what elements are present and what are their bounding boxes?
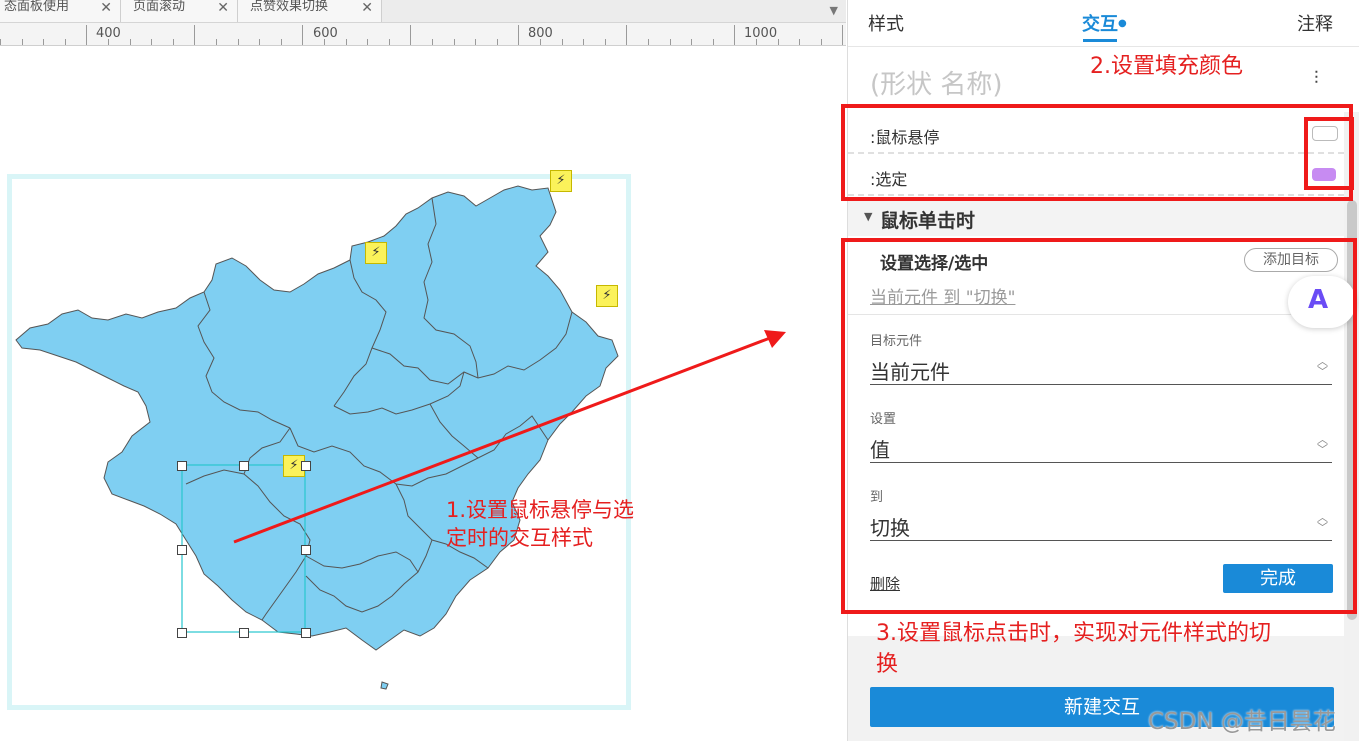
tab-divider [848, 46, 1359, 47]
resize-handle[interactable] [301, 628, 311, 638]
annotation-step-2: 2.设置填充颜色 [1090, 54, 1243, 79]
interaction-marker-icon[interactable]: ⚡ [365, 242, 387, 264]
resize-handle[interactable] [301, 545, 311, 555]
interaction-marker-icon[interactable]: ⚡ [550, 170, 572, 192]
settings-sliders-icon[interactable]: ⫶ [1314, 68, 1319, 89]
watermark: CSDN @昔日昙花 [1148, 709, 1336, 735]
event-title: 鼠标单击时 [880, 210, 976, 232]
tab-label: 交互 [1082, 14, 1118, 35]
map-region-outline [15, 185, 619, 651]
resize-handle[interactable] [177, 545, 187, 555]
island-shape [380, 681, 389, 690]
resize-handle[interactable] [177, 461, 187, 471]
unsaved-dot-icon: ● [1118, 18, 1127, 29]
annotation-line: 1.设置鼠标悬停与选 [446, 498, 635, 522]
highlight-box-swatches [1304, 117, 1354, 190]
tab-interaction[interactable]: 交互● [1082, 10, 1127, 36]
annotation-line: 定时的交互样式 [446, 526, 593, 550]
active-tab-indicator [1083, 39, 1117, 42]
guangxi-map[interactable] [0, 0, 846, 741]
annotation-step-3: 3.设置鼠标点击时，实现对元件样式的切 换 [876, 618, 1271, 680]
highlight-box-states [841, 104, 1353, 201]
annotation-line: 换 [876, 652, 899, 677]
resize-handle[interactable] [239, 461, 249, 471]
resize-handle[interactable] [301, 461, 311, 471]
resize-handle[interactable] [177, 628, 187, 638]
interaction-marker-icon[interactable]: ⚡ [596, 285, 618, 307]
highlight-box-action [841, 238, 1357, 614]
shape-name-field[interactable]: (形状 名称) [870, 64, 1003, 101]
event-header[interactable]: ▼ 鼠标单击时 [848, 200, 1344, 236]
annotation-line: 3.设置鼠标点击时，实现对元件样式的切 [876, 621, 1271, 646]
collapse-caret-icon[interactable]: ▼ [864, 210, 872, 223]
tab-style[interactable]: 样式 [868, 10, 904, 36]
resize-handle[interactable] [239, 628, 249, 638]
tab-notes[interactable]: 注释 [1297, 10, 1333, 36]
annotation-step-1: 1.设置鼠标悬停与选 定时的交互样式 [446, 496, 634, 552]
